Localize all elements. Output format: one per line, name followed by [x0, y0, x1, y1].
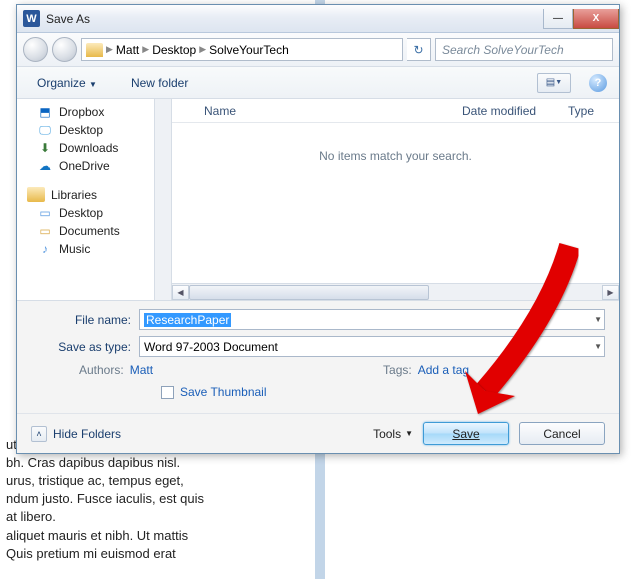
scroll-thumb[interactable]	[189, 285, 429, 300]
sidebar-item-downloads[interactable]: ⬇Downloads	[17, 139, 171, 157]
cancel-button[interactable]: Cancel	[519, 422, 605, 445]
horizontal-scrollbar[interactable]: ◀ ▶	[172, 283, 619, 300]
bg-line: aliquet mauris et nibh. Ut mattis	[6, 527, 286, 545]
scroll-left-icon[interactable]: ◀	[172, 285, 189, 300]
authors-label: Authors:	[79, 363, 124, 377]
folder-icon	[86, 43, 103, 57]
savetype-select[interactable]: Word 97-2003 Document▼	[139, 336, 605, 357]
breadcrumb-seg[interactable]: Matt	[116, 43, 139, 57]
folder-icon: ▭	[37, 206, 53, 220]
savetype-label: Save as type:	[31, 340, 139, 354]
column-headers[interactable]: Name Date modified Type	[172, 99, 619, 123]
tags-label: Tags:	[383, 363, 412, 377]
filename-input[interactable]: ResearchPaper▼	[139, 309, 605, 330]
tree-scrollbar[interactable]	[154, 99, 171, 300]
sidebar-item-lib-music[interactable]: ♪Music	[17, 240, 171, 258]
bg-line: ndum justo. Fusce iaculis, est quis	[6, 490, 286, 508]
breadcrumb[interactable]: ▶ Matt ▶ Desktop ▶ SolveYourTech	[81, 38, 403, 61]
downloads-icon: ⬇	[37, 141, 53, 155]
sidebar-item-dropbox[interactable]: ⬒Dropbox	[17, 103, 171, 121]
filename-label: File name:	[31, 313, 139, 327]
sidebar-item-lib-desktop[interactable]: ▭Desktop	[17, 204, 171, 222]
empty-message: No items match your search.	[172, 123, 619, 283]
bg-line: urus, tristique ac, tempus eget,	[6, 472, 286, 490]
col-date[interactable]: Date modified	[454, 104, 560, 118]
titlebar[interactable]: W Save As — X	[17, 5, 619, 33]
bg-line: bh. Cras dapibus dapibus nisl.	[6, 454, 286, 472]
refresh-button[interactable]: ↻	[407, 38, 431, 61]
breadcrumb-seg[interactable]: Desktop	[152, 43, 196, 57]
sidebar-item-desktop[interactable]: 🖵Desktop	[17, 121, 171, 139]
view-button[interactable]: ▤ ▼	[537, 73, 571, 93]
chevron-down-icon[interactable]: ▼	[594, 342, 602, 351]
sidebar-item-lib-documents[interactable]: ▭Documents	[17, 222, 171, 240]
sidebar-item-onedrive[interactable]: ☁OneDrive	[17, 157, 171, 175]
button-bar: ˄Hide Folders Tools ▼ Save Cancel	[17, 413, 619, 453]
music-icon: ♪	[37, 242, 53, 256]
document-icon: ▭	[37, 224, 53, 238]
libraries-icon	[27, 187, 45, 202]
file-list: Name Date modified Type No items match y…	[172, 99, 619, 300]
hide-folders-button[interactable]: ˄Hide Folders	[31, 426, 121, 442]
word-icon: W	[23, 10, 40, 27]
organize-button[interactable]: Organize ▼	[29, 73, 105, 93]
chevron-down-icon[interactable]: ▼	[594, 315, 602, 324]
save-button[interactable]: Save	[423, 422, 509, 445]
window-title: Save As	[46, 12, 543, 26]
scroll-right-icon[interactable]: ▶	[602, 285, 619, 300]
bg-line: at libero.	[6, 508, 286, 526]
tools-button[interactable]: Tools ▼	[373, 427, 413, 441]
save-as-dialog: W Save As — X ▶ Matt ▶ Desktop ▶ SolveYo…	[16, 4, 620, 454]
close-button[interactable]: X	[573, 9, 619, 29]
col-type[interactable]: Type	[560, 104, 602, 118]
chevron-right-icon: ▶	[142, 44, 149, 55]
bg-line: Quis pretium mi euismod erat	[6, 545, 286, 563]
help-icon[interactable]: ?	[589, 74, 607, 92]
minimize-button[interactable]: —	[543, 9, 573, 29]
authors-value[interactable]: Matt	[130, 363, 153, 377]
save-thumbnail-label[interactable]: Save Thumbnail	[180, 385, 267, 399]
nav-bar: ▶ Matt ▶ Desktop ▶ SolveYourTech ↻ Searc…	[17, 33, 619, 67]
chevron-down-icon: ▼	[405, 429, 413, 438]
search-input[interactable]: Search SolveYourTech	[435, 38, 613, 61]
toolbar: Organize ▼ New folder ▤ ▼ ?	[17, 67, 619, 99]
col-name[interactable]: Name	[196, 104, 454, 118]
dropbox-icon: ⬒	[37, 105, 53, 119]
chevron-up-icon: ˄	[31, 426, 47, 442]
desktop-icon: 🖵	[37, 123, 53, 137]
sidebar-item-libraries[interactable]: Libraries	[17, 185, 171, 204]
forward-button[interactable]	[52, 37, 77, 62]
breadcrumb-seg[interactable]: SolveYourTech	[209, 43, 289, 57]
form-area: File name: ResearchPaper▼ Save as type: …	[17, 300, 619, 413]
chevron-right-icon: ▶	[199, 44, 206, 55]
chevron-right-icon: ▶	[106, 44, 113, 55]
tags-value[interactable]: Add a tag	[418, 363, 469, 377]
onedrive-icon: ☁	[37, 159, 53, 173]
save-thumbnail-checkbox[interactable]	[161, 386, 174, 399]
chevron-down-icon: ▼	[89, 80, 97, 89]
back-button[interactable]	[23, 37, 48, 62]
new-folder-button[interactable]: New folder	[123, 73, 196, 93]
nav-tree: ⬒Dropbox 🖵Desktop ⬇Downloads ☁OneDrive L…	[17, 99, 172, 300]
